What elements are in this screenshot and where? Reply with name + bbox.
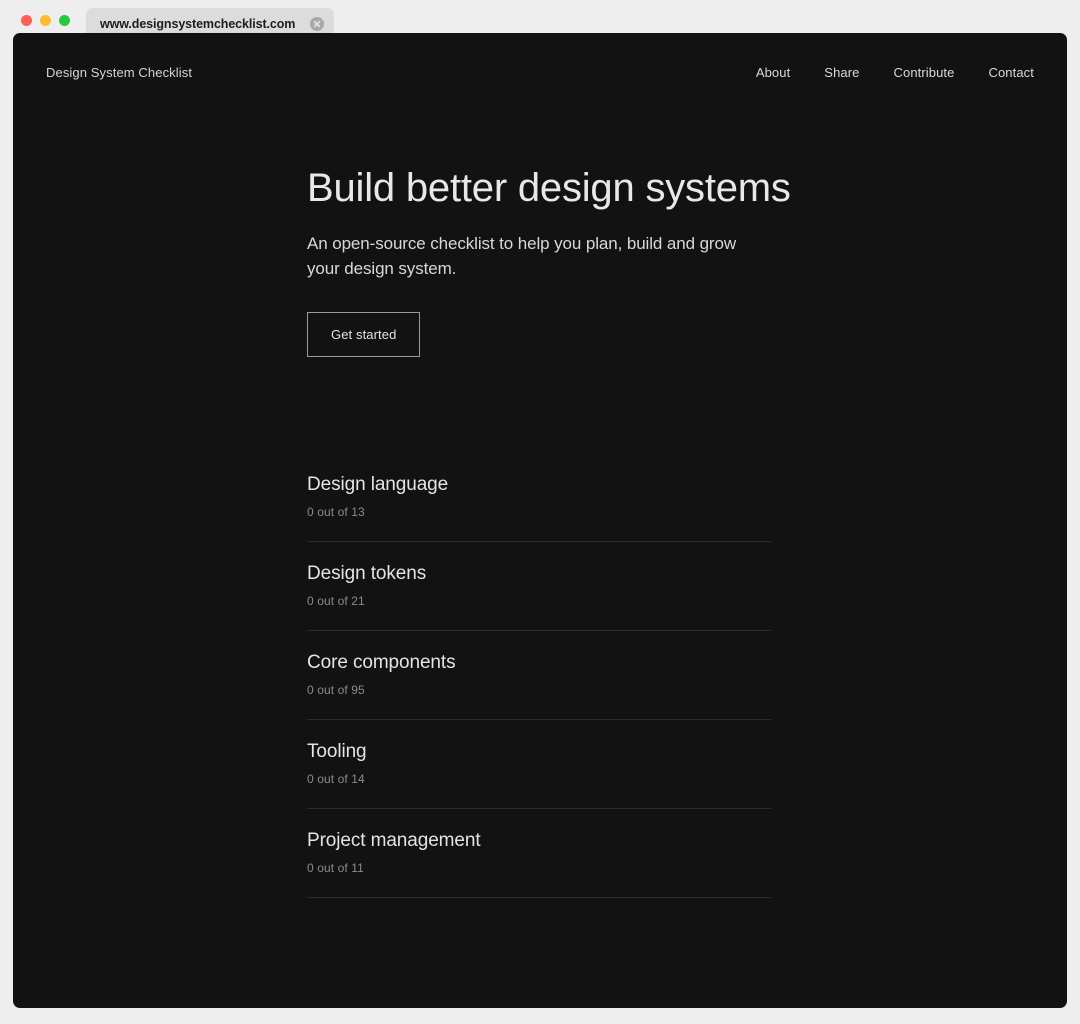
nav-link-share[interactable]: Share bbox=[824, 65, 859, 80]
minimize-window-button[interactable] bbox=[40, 15, 51, 26]
nav-link-contribute[interactable]: Contribute bbox=[894, 65, 955, 80]
checklist-item-title: Design tokens bbox=[307, 563, 427, 585]
checklist-item-count: 0 out of 14 bbox=[307, 772, 365, 787]
get-started-button[interactable]: Get started bbox=[307, 312, 421, 358]
maximize-window-button[interactable] bbox=[59, 15, 70, 26]
checklist-item-core-components[interactable]: Core components 0 out of 95 bbox=[307, 631, 771, 721]
close-window-button[interactable] bbox=[21, 15, 32, 26]
site-brand[interactable]: Design System Checklist bbox=[46, 65, 192, 80]
checklist-item-project-management[interactable]: Project management 0 out of 11 bbox=[307, 809, 771, 899]
window-controls bbox=[21, 15, 70, 26]
browser-chrome: www.designsystemchecklist.com bbox=[0, 0, 1080, 39]
checklist-item-title: Project management bbox=[307, 830, 481, 852]
url-text[interactable]: www.designsystemchecklist.com bbox=[100, 17, 310, 31]
nav-link-contact[interactable]: Contact bbox=[988, 65, 1034, 80]
checklist-item-title: Core components bbox=[307, 652, 456, 674]
checklist-item-count: 0 out of 21 bbox=[307, 594, 365, 609]
main-content: Build better design systems An open-sour… bbox=[307, 33, 827, 899]
checklist-item-title: Design language bbox=[307, 474, 449, 496]
page-title: Build better design systems bbox=[307, 166, 791, 210]
checklist-item-design-tokens[interactable]: Design tokens 0 out of 21 bbox=[307, 542, 771, 632]
close-icon[interactable] bbox=[310, 16, 324, 31]
checklist-item-count: 0 out of 95 bbox=[307, 683, 365, 698]
page-viewport: Design System Checklist About Share Cont… bbox=[13, 33, 1067, 1008]
checklist-item-tooling[interactable]: Tooling 0 out of 14 bbox=[307, 720, 771, 810]
page-subtitle: An open-source checklist to help you pla… bbox=[307, 234, 737, 279]
checklist-sections: Design language 0 out of 13 Design token… bbox=[307, 453, 771, 899]
checklist-item-title: Tooling bbox=[307, 741, 367, 763]
checklist-item-count: 0 out of 13 bbox=[307, 505, 365, 520]
checklist-item-count: 0 out of 11 bbox=[307, 861, 364, 876]
checklist-item-design-language[interactable]: Design language 0 out of 13 bbox=[307, 453, 771, 543]
